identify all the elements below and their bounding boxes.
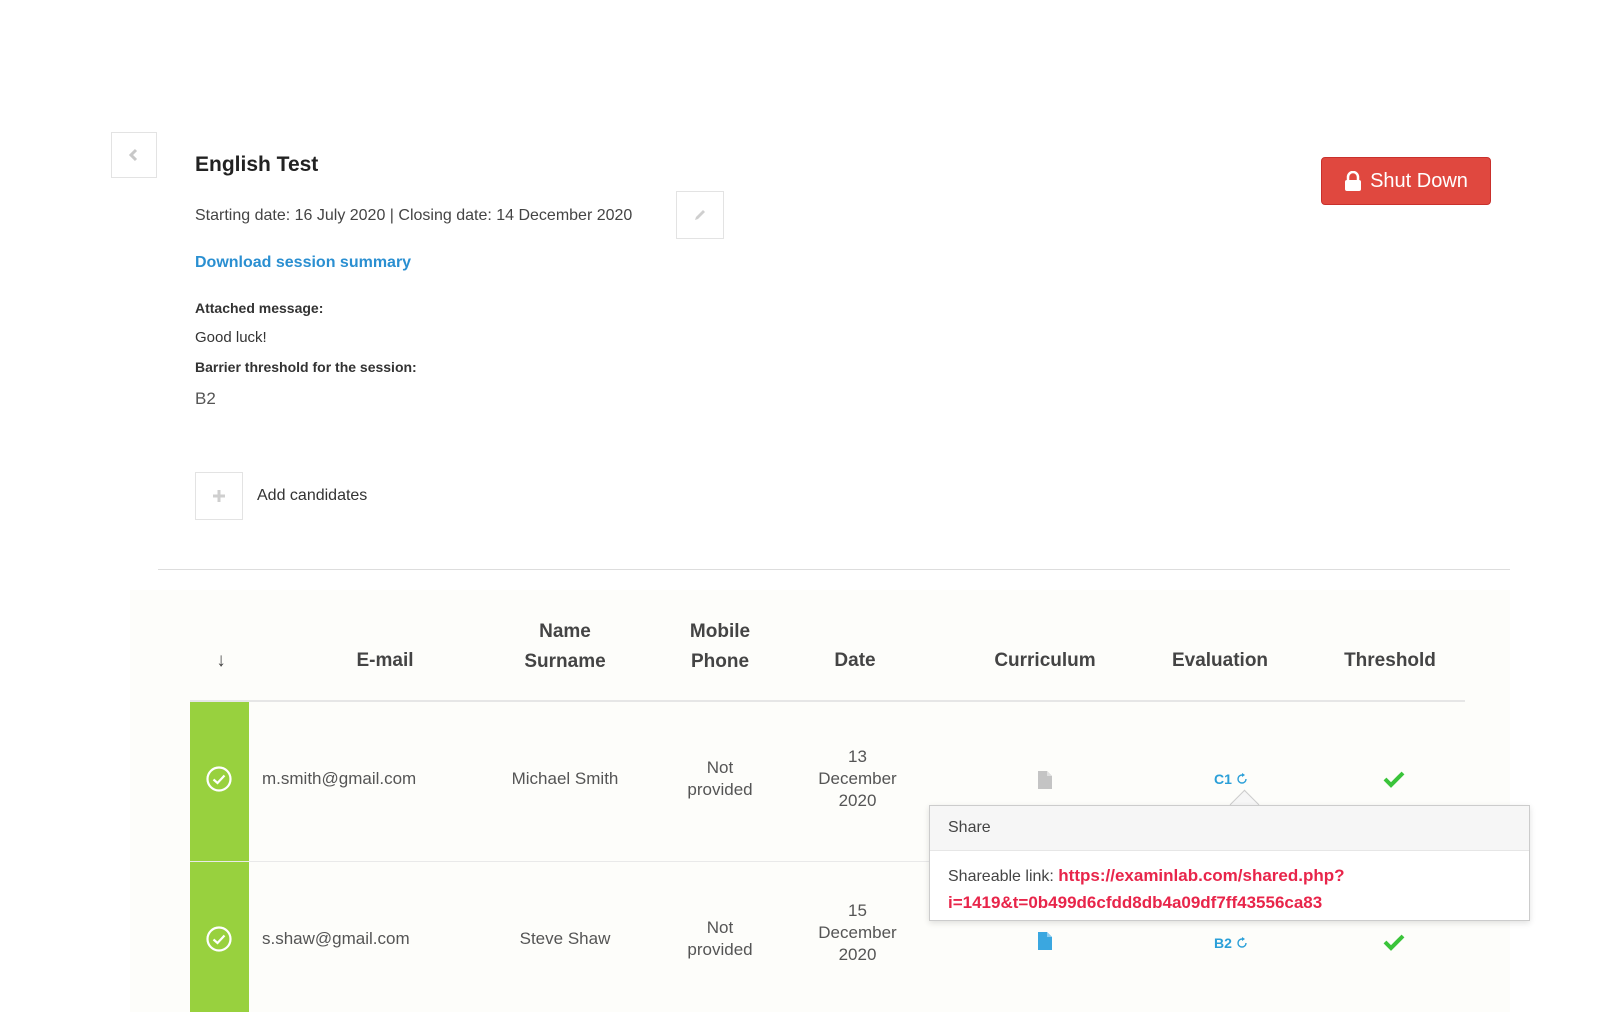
row2-phone-line2: provided — [687, 940, 753, 959]
share-icon — [1237, 937, 1247, 948]
row1-phone-line2: provided — [687, 780, 753, 799]
attached-message-text: Good luck! — [195, 329, 267, 346]
table-header-border — [190, 700, 1465, 702]
share-popover: Share Shareable link: https://examinlab.… — [929, 805, 1530, 921]
header-phone-line1: Mobile — [689, 621, 751, 642]
pencil-icon — [695, 210, 705, 220]
status-check-icon — [205, 765, 233, 798]
row2-date: 15 December 2020 — [800, 900, 915, 966]
row2-evaluation[interactable]: B2 — [1214, 935, 1248, 951]
lock-icon — [1345, 171, 1362, 191]
checkmark-icon — [1383, 770, 1405, 793]
document-icon[interactable] — [1037, 770, 1053, 795]
shareable-link-label: Shareable link: — [948, 868, 1054, 885]
document-icon[interactable] — [1037, 931, 1053, 956]
row2-phone: Not provided — [660, 917, 780, 961]
header-phone-line2: Phone — [690, 651, 750, 672]
shareable-link-line1[interactable]: https://examinlab.com/shared.php? — [1058, 866, 1344, 885]
row1-date-line3: 2020 — [838, 791, 877, 810]
popover-body: Shareable link: https://examinlab.com/sh… — [930, 851, 1529, 929]
share-icon — [1237, 773, 1247, 784]
add-candidates-button[interactable] — [195, 472, 243, 520]
chevron-left-icon — [128, 148, 138, 162]
popover-title: Share — [930, 806, 1529, 851]
row1-date: 13 December 2020 — [800, 746, 915, 812]
row1-email: m.smith@gmail.com — [262, 769, 417, 788]
barrier-threshold-label: Barrier threshold for the session: — [195, 359, 417, 375]
sort-arrow-header[interactable]: ↓ — [206, 646, 236, 676]
shareable-link-line2[interactable]: i=1419&t=0b499d6cfdd8db4a09df7ff43556ca8… — [948, 893, 1322, 912]
shut-down-label: Shut Down — [1370, 169, 1468, 192]
edit-dates-button[interactable] — [676, 191, 724, 239]
row2-date-line2: December — [818, 923, 897, 942]
back-button[interactable] — [111, 132, 157, 178]
download-summary-link[interactable]: Download session summary — [195, 254, 411, 272]
row1-phone: Not provided — [660, 757, 780, 801]
header-name[interactable]: Name Surname — [495, 617, 635, 677]
header-evaluation[interactable]: Evaluation — [1145, 646, 1295, 676]
row2-email: s.shaw@gmail.com — [262, 929, 410, 948]
row1-evaluation[interactable]: C1 — [1214, 771, 1248, 787]
row1-date-line2: December — [818, 769, 897, 788]
status-check-icon — [205, 925, 233, 958]
checkmark-icon — [1383, 933, 1405, 956]
row2-evaluation-label: B2 — [1214, 935, 1232, 951]
header-name-line2: Surname — [524, 651, 606, 672]
header-name-line1: Name — [539, 621, 591, 642]
header-date[interactable]: Date — [800, 646, 910, 676]
barrier-threshold-value: B2 — [195, 389, 216, 408]
header-curriculum[interactable]: Curriculum — [970, 646, 1120, 676]
row1-name: Michael Smith — [511, 769, 619, 788]
plus-icon — [213, 490, 225, 502]
row1-phone-line1: Not — [706, 758, 734, 777]
header-threshold[interactable]: Threshold — [1315, 646, 1465, 676]
header-email[interactable]: E-mail — [325, 646, 445, 676]
section-divider — [158, 569, 1510, 570]
row1-evaluation-label: C1 — [1214, 771, 1232, 787]
row2-date-line3: 2020 — [838, 945, 877, 964]
row2-date-line1: 15 — [848, 901, 867, 920]
status-column — [190, 702, 249, 1012]
attached-message-label: Attached message: — [195, 300, 324, 316]
shut-down-button[interactable]: Shut Down — [1321, 157, 1491, 205]
row2-phone-line1: Not — [706, 918, 734, 937]
header-phone[interactable]: Mobile Phone — [660, 617, 780, 677]
row1-date-line1: 13 — [848, 747, 867, 766]
page-title: English Test — [195, 153, 319, 176]
session-dates: Starting date: 16 July 2020 | Closing da… — [195, 207, 633, 224]
add-candidates-label: Add candidates — [257, 487, 368, 504]
row2-name: Steve Shaw — [519, 929, 611, 948]
